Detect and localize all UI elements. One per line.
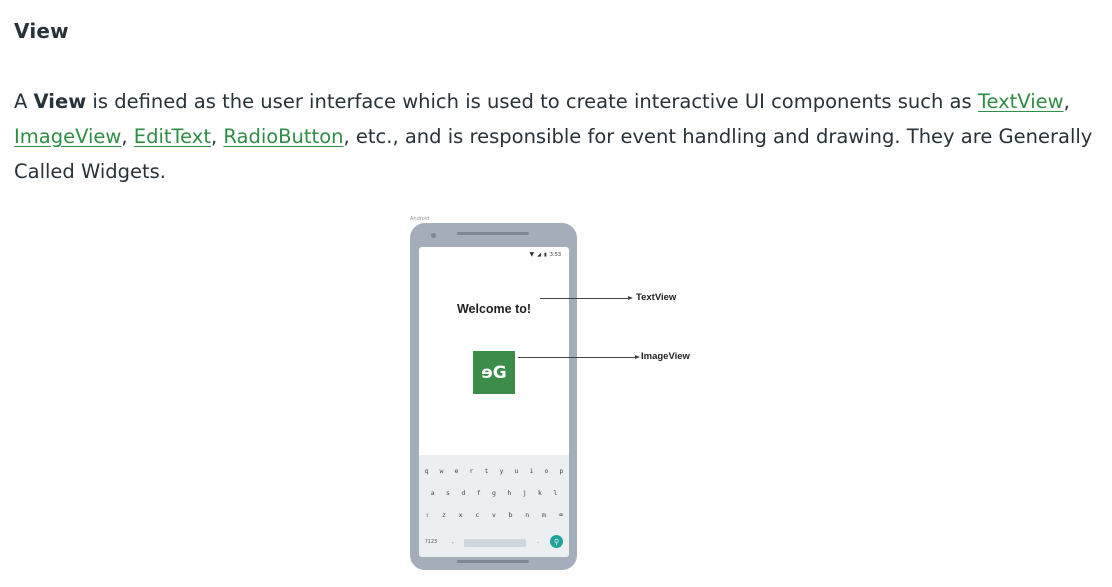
keyboard-row-1: q w e r t y u i o p xyxy=(419,467,569,475)
key: z xyxy=(442,511,446,519)
key: e xyxy=(454,467,459,475)
key-123: ?123 xyxy=(425,539,438,545)
key: j xyxy=(522,489,527,497)
key: r xyxy=(469,467,474,475)
key: a xyxy=(430,489,435,497)
key: q xyxy=(424,467,429,475)
imageview-arrowhead xyxy=(635,355,640,359)
key: c xyxy=(475,511,480,519)
key: p xyxy=(559,467,564,475)
link-edittext[interactable]: EditText xyxy=(134,125,211,148)
speaker-slot xyxy=(457,232,529,235)
wifi-icon: ▼ xyxy=(529,251,535,258)
key: m xyxy=(541,511,546,519)
link-textview[interactable]: TextView xyxy=(978,90,1064,113)
section-heading: View xyxy=(14,19,69,43)
textview-pointer-line xyxy=(540,298,628,299)
textview-arrowhead xyxy=(628,296,633,300)
separator: , xyxy=(1063,90,1070,113)
key: t xyxy=(484,467,489,475)
view-description: A View is defined as the user interface … xyxy=(14,84,1099,189)
android-label: Android xyxy=(410,216,430,222)
key: g xyxy=(492,489,496,497)
keyboard-row-2: a s d f g h j k l xyxy=(419,489,569,497)
phone-bottom-bar xyxy=(457,560,529,563)
backspace-key-icon: ⌫ xyxy=(558,511,563,519)
separator: , xyxy=(210,125,224,148)
status-bar: ▼ ◢ ▮ 3:53 xyxy=(530,251,561,258)
textview-callout: TextView xyxy=(636,292,677,303)
key: d xyxy=(461,489,466,497)
key: v xyxy=(491,511,496,519)
key-dot: . xyxy=(537,538,539,545)
phone-screen: ▼ ◢ ▮ 3:53 Welcome to! ɘG q w e r t y u … xyxy=(419,247,569,557)
key: f xyxy=(476,489,481,497)
key: i xyxy=(529,467,534,475)
key: n xyxy=(525,511,530,519)
key: k xyxy=(538,489,542,497)
link-radiobutton[interactable]: RadioButton xyxy=(223,125,343,148)
separator: , xyxy=(121,125,134,148)
imageview-pointer-line xyxy=(518,357,636,358)
key: u xyxy=(514,467,519,475)
key: l xyxy=(553,489,558,497)
key: w xyxy=(439,467,444,475)
imageview-callout: ImageView xyxy=(641,351,690,362)
gfg-logo-imageview: ɘG xyxy=(473,351,515,394)
intro-text-a: A xyxy=(14,90,34,113)
battery-icon: ▮ xyxy=(544,251,547,258)
key: o xyxy=(544,467,549,475)
keyboard-row-3: ⇧ z x c v b n m ⌫ xyxy=(419,511,569,519)
spacebar-key xyxy=(464,539,526,547)
key: b xyxy=(508,511,513,519)
key-comma: , xyxy=(452,538,454,545)
view-diagram: Android ▼ ◢ ▮ 3:53 Welcome to! ɘG q w e … xyxy=(405,212,705,577)
bold-term: View xyxy=(33,90,87,113)
status-time: 3:53 xyxy=(549,251,561,258)
key: y xyxy=(499,467,504,475)
welcome-textview: Welcome to! xyxy=(456,302,532,316)
link-imageview[interactable]: ImageView xyxy=(14,125,121,148)
shift-key-icon: ⇧ xyxy=(425,511,430,519)
key: x xyxy=(458,511,463,519)
intro-text-b: is defined as the user interface which i… xyxy=(86,90,978,113)
key: h xyxy=(507,489,512,497)
signal-icon: ◢ xyxy=(537,251,541,258)
key: s xyxy=(446,489,450,497)
phone-mockup: ▼ ◢ ▮ 3:53 Welcome to! ɘG q w e r t y u … xyxy=(410,223,577,570)
search-key-icon: ⚲ xyxy=(550,535,563,548)
camera-icon xyxy=(431,233,436,238)
soft-keyboard: q w e r t y u i o p a s d f g h j k l ⇧ … xyxy=(419,455,569,557)
